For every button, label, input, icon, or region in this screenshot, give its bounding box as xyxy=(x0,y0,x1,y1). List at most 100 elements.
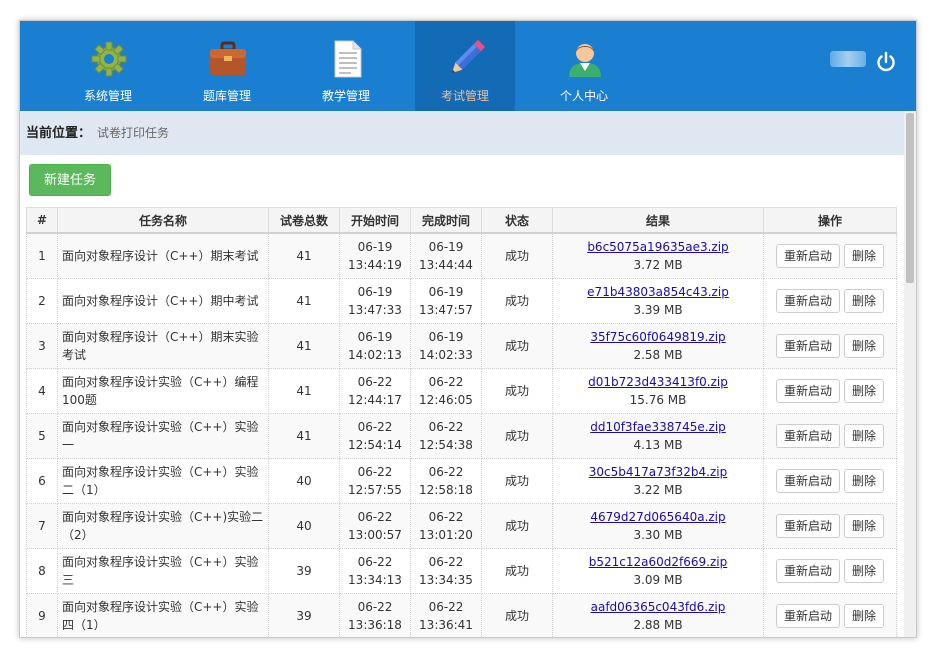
result-cell: 30c5b417a73f32b4.zip 3.22 MB xyxy=(552,458,764,504)
task-name: 面向对象程序设计实验（C++）实验二（1） xyxy=(57,458,269,504)
delete-button[interactable]: 删除 xyxy=(844,559,885,583)
file-size: 3.72 MB xyxy=(633,258,683,272)
power-icon[interactable] xyxy=(875,51,897,73)
end-time-text: 12:54:38 xyxy=(419,438,473,452)
start-time-text: 13:34:13 xyxy=(348,573,402,587)
restart-button[interactable]: 重新启动 xyxy=(775,289,840,313)
restart-button[interactable]: 重新启动 xyxy=(775,559,840,583)
restart-button[interactable]: 重新启动 xyxy=(775,379,840,403)
download-link[interactable]: 4679d27d065640a.zip xyxy=(590,510,725,524)
end-time: 06-22 13:01:20 xyxy=(410,503,482,549)
delete-button[interactable]: 删除 xyxy=(844,244,885,268)
end-time: 06-19 13:47:57 xyxy=(410,278,482,324)
start-time: 06-19 14:02:13 xyxy=(339,323,411,369)
nav-item-profile[interactable]: 个人中心 xyxy=(534,21,634,111)
delete-button[interactable]: 删除 xyxy=(844,379,885,403)
restart-button[interactable]: 重新启动 xyxy=(775,469,840,493)
paper-total: 40 xyxy=(268,458,340,504)
actions-cell: 重新启动 删除 xyxy=(763,503,897,549)
start-time-text: 12:54:14 xyxy=(348,438,402,452)
delete-button[interactable]: 删除 xyxy=(844,424,885,448)
start-date-text: 06-22 xyxy=(357,420,393,434)
end-time: 06-22 12:58:18 xyxy=(410,458,482,504)
nav-item-system[interactable]: 系统管理 xyxy=(58,21,158,111)
end-time-text: 12:58:18 xyxy=(419,483,473,497)
end-date-text: 06-19 xyxy=(428,285,464,299)
new-task-button[interactable]: 新建任务 xyxy=(29,164,111,196)
file-size: 3.39 MB xyxy=(633,303,683,317)
actions-cell: 重新启动 删除 xyxy=(763,593,897,637)
end-time: 06-22 12:54:38 xyxy=(410,413,482,459)
nav-item-exam[interactable]: 考试管理 xyxy=(415,21,515,111)
status-text: 成功 xyxy=(481,323,553,369)
delete-button[interactable]: 删除 xyxy=(844,604,885,628)
gear-icon xyxy=(91,41,127,77)
actions-cell: 重新启动 删除 xyxy=(763,232,897,279)
column-header-end: 完成时间 xyxy=(410,207,482,234)
download-link[interactable]: b6c5075a19635ae3.zip xyxy=(587,240,728,254)
breadcrumb: 当前位置： 试卷打印任务 xyxy=(20,111,904,155)
paper-total: 41 xyxy=(268,413,340,459)
nav-label: 题库管理 xyxy=(202,89,251,103)
task-name: 面向对象程序设计实验（C++）实验四（1） xyxy=(57,593,269,637)
start-date-text: 06-22 xyxy=(357,555,393,569)
column-header-start: 开始时间 xyxy=(339,207,411,234)
paper-total: 39 xyxy=(268,548,340,594)
download-link[interactable]: aafd06365c043fd6.zip xyxy=(591,600,726,614)
status-text: 成功 xyxy=(481,458,553,504)
nav-item-question-bank[interactable]: 题库管理 xyxy=(177,21,277,111)
end-time-text: 13:34:35 xyxy=(419,573,473,587)
start-time-text: 12:44:17 xyxy=(348,393,402,407)
nav-label: 考试管理 xyxy=(440,89,489,103)
vertical-scrollbar[interactable] xyxy=(904,111,916,637)
user-name-blurred[interactable] xyxy=(830,51,866,67)
task-name: 面向对象程序设计实验（C++)实验二（2） xyxy=(57,503,269,549)
start-time: 06-22 12:54:14 xyxy=(339,413,411,459)
scrollbar-thumb[interactable] xyxy=(906,113,914,283)
table-row: 4 面向对象程序设计实验（C++）编程100题 41 06-22 12:44:17 06-… xyxy=(26,368,897,414)
nav-label: 教学管理 xyxy=(321,89,370,103)
paper-total: 41 xyxy=(268,323,340,369)
start-date-text: 06-22 xyxy=(357,510,393,524)
restart-button[interactable]: 重新启动 xyxy=(775,424,840,448)
start-time: 06-19 13:44:19 xyxy=(339,232,411,279)
task-name: 面向对象程序设计（C++）期末考试 xyxy=(57,232,269,279)
start-time: 06-22 13:36:18 xyxy=(339,593,411,637)
download-link[interactable]: 30c5b417a73f32b4.zip xyxy=(589,465,727,479)
status-text: 成功 xyxy=(481,593,553,637)
column-header-index: # xyxy=(26,207,58,234)
download-link[interactable]: e71b43803a854c43.zip xyxy=(587,285,729,299)
restart-button[interactable]: 重新启动 xyxy=(775,514,840,538)
paper-total: 41 xyxy=(268,232,340,279)
nav-label: 个人中心 xyxy=(559,89,608,103)
delete-button[interactable]: 删除 xyxy=(844,469,885,493)
table-row: 8 面向对象程序设计实验（C++）实验三 39 06-22 13:34:13 06-22 1… xyxy=(26,548,897,594)
restart-button[interactable]: 重新启动 xyxy=(775,604,840,628)
download-link[interactable]: 35f75c60f0649819.zip xyxy=(590,330,725,344)
row-index: 6 xyxy=(26,458,58,504)
end-date-text: 06-19 xyxy=(428,240,464,254)
actions-cell: 重新启动 删除 xyxy=(763,323,897,369)
delete-button[interactable]: 删除 xyxy=(844,514,885,538)
download-link[interactable]: b521c12a60d2f669.zip xyxy=(589,555,727,569)
nav-item-teaching[interactable]: 教学管理 xyxy=(296,21,396,111)
end-date-text: 06-22 xyxy=(428,420,464,434)
paper-total: 39 xyxy=(268,593,340,637)
result-cell: b6c5075a19635ae3.zip 3.72 MB xyxy=(552,232,764,279)
restart-button[interactable]: 重新启动 xyxy=(775,334,840,358)
top-navigation: 系统管理 题库管理 教学管理 考试管理 个人中心 xyxy=(20,21,916,111)
download-link[interactable]: dd10f3fae338745e.zip xyxy=(590,420,726,434)
end-time-text: 13:44:44 xyxy=(419,258,473,272)
restart-button[interactable]: 重新启动 xyxy=(775,244,840,268)
download-link[interactable]: d01b723d433413f0.zip xyxy=(588,375,728,389)
result-cell: e71b43803a854c43.zip 3.39 MB xyxy=(552,278,764,324)
start-time: 06-22 12:44:17 xyxy=(339,368,411,414)
table-row: 9 面向对象程序设计实验（C++）实验四（1） 39 06-22 13:36:18 06-… xyxy=(26,593,897,637)
start-date-text: 06-22 xyxy=(357,600,393,614)
start-date-text: 06-22 xyxy=(357,465,393,479)
delete-button[interactable]: 删除 xyxy=(844,334,885,358)
file-size: 3.09 MB xyxy=(633,573,683,587)
delete-button[interactable]: 删除 xyxy=(844,289,885,313)
document-icon xyxy=(334,40,362,78)
start-date-text: 06-19 xyxy=(357,330,393,344)
